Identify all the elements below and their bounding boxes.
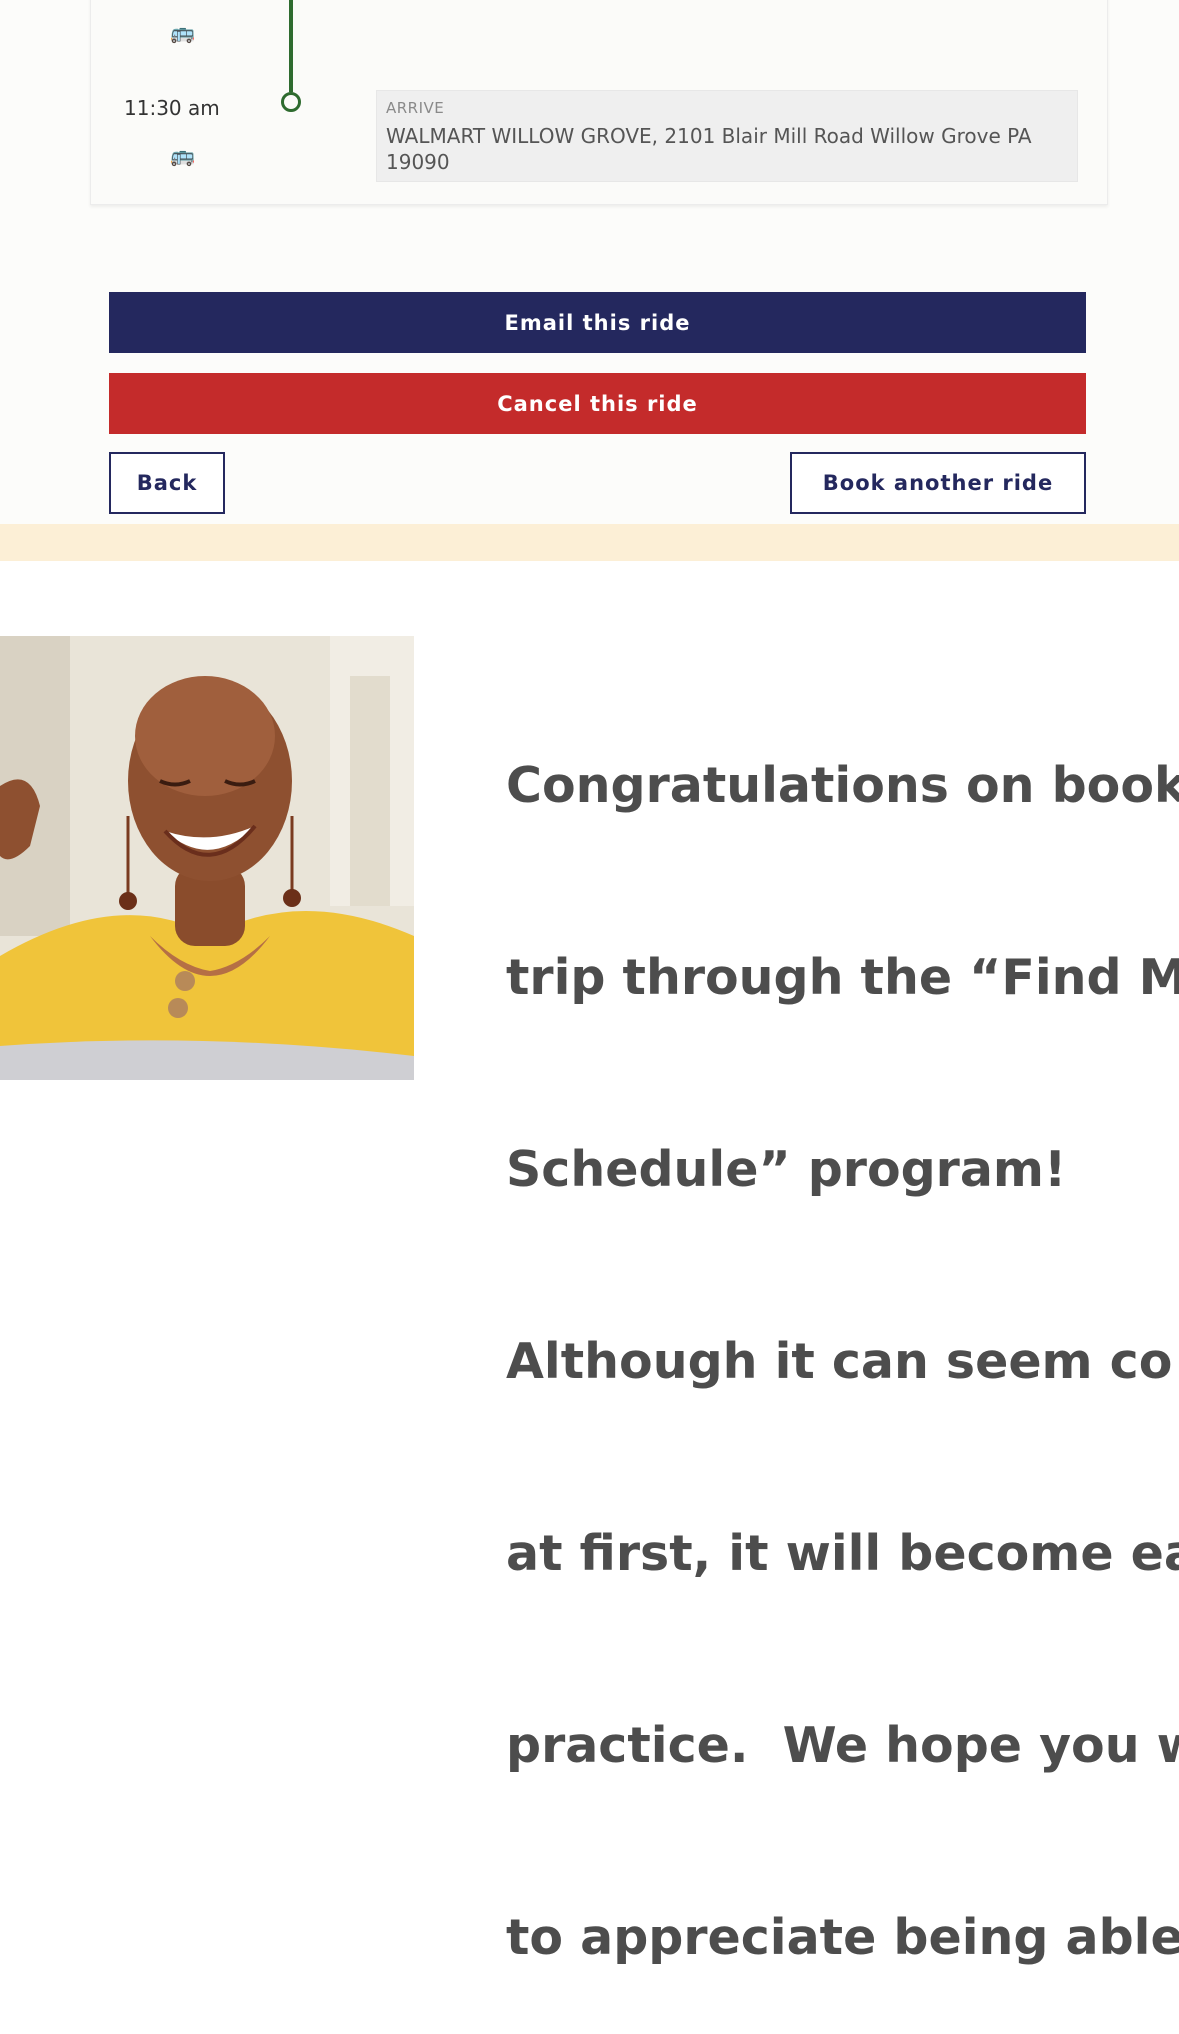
- message-line: to appreciate being able: [506, 1909, 1179, 1966]
- message-line: Schedule” program!: [506, 1141, 1067, 1198]
- book-another-ride-button[interactable]: Book another ride: [790, 452, 1086, 514]
- email-ride-button[interactable]: Email this ride: [109, 292, 1086, 353]
- message-line: trip through the “Find My: [506, 949, 1179, 1006]
- cancel-ride-button[interactable]: Cancel this ride: [109, 373, 1086, 434]
- photo-illustration: [0, 636, 414, 1080]
- message-line: Although it can seem co: [506, 1333, 1173, 1390]
- arrive-time: 11:30 am: [124, 96, 220, 120]
- message-line: practice. We hope you w: [506, 1717, 1179, 1774]
- arrive-label: ARRIVE: [386, 99, 445, 117]
- divider-band: [0, 524, 1179, 561]
- arrive-stop-box: ARRIVE WALMART WILLOW GROVE, 2101 Blair …: [376, 90, 1078, 182]
- message-line: Congratulations on book: [506, 757, 1179, 814]
- route-stop-icon: [281, 92, 301, 112]
- bus-icon: 🚌: [170, 20, 195, 44]
- arrive-address: WALMART WILLOW GROVE, 2101 Blair Mill Ro…: [386, 124, 1032, 174]
- smiling-woman-photo: [0, 636, 414, 1080]
- congratulations-message: Congratulations on book trip through the…: [506, 626, 1179, 2034]
- message-line: at first, it will become ea: [506, 1525, 1179, 1582]
- ride-details-screen: 🚌 11:30 am 🚌 ARRIVE WALMART WILLOW GROVE…: [0, 0, 1179, 524]
- route-line: [289, 0, 293, 92]
- back-button[interactable]: Back: [109, 452, 225, 514]
- bus-icon: 🚌: [170, 143, 195, 167]
